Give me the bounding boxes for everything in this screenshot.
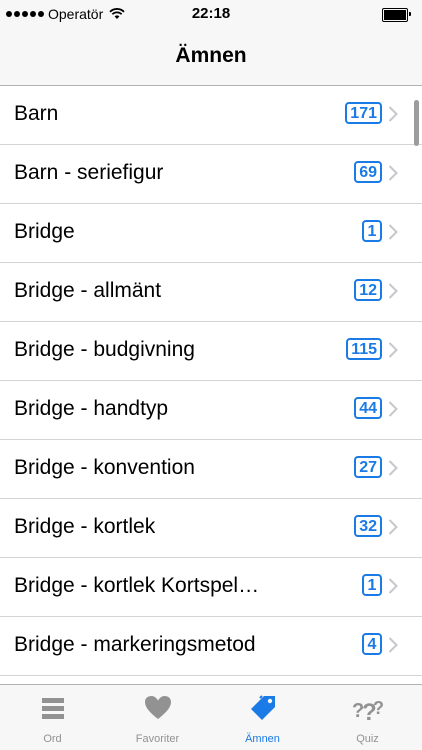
scroll-indicator[interactable] — [414, 100, 419, 146]
tab-label: Ord — [43, 733, 62, 745]
count-badge: 32 — [354, 515, 382, 537]
status-time: 22:18 — [191, 5, 231, 22]
list-item-label: Barn - seriefigur — [14, 161, 164, 184]
list-item-label: Bridge - handtyp — [14, 397, 169, 420]
tab-label: Quiz — [356, 733, 379, 745]
chevron-right-icon — [388, 165, 398, 181]
tab-quiz[interactable]: ? ? ? Quiz — [315, 685, 420, 750]
count-badge: 1 — [362, 220, 382, 242]
topic-list[interactable]: Barn 171 Barn - seriefigur 69 Bridge 1 B… — [0, 86, 422, 684]
chevron-right-icon — [388, 224, 398, 240]
list-item[interactable]: Bridge - handtyp 44 — [0, 381, 422, 440]
heart-icon — [144, 696, 171, 719]
list-item[interactable]: Bridge 1 — [0, 204, 422, 263]
list-item-label: Bridge - konvention — [14, 456, 195, 479]
count-badge: 171 — [345, 102, 382, 124]
list-item[interactable]: Barn 171 — [0, 86, 422, 145]
tab-label: Favoriter — [135, 733, 180, 745]
tag-icon — [250, 695, 275, 720]
tab-bar: Ord Favoriter Ämnen ? ? ? Quiz — [0, 684, 422, 750]
count-badge: 115 — [346, 338, 382, 360]
chevron-right-icon — [388, 519, 398, 535]
list-item-label: Bridge — [14, 220, 75, 243]
list-item-label: Bridge - allmänt — [14, 279, 162, 302]
list-item[interactable] — [0, 676, 422, 684]
list-item-label: Bridge - budgivning — [14, 338, 195, 361]
question-icon: ? ? ? — [352, 698, 384, 723]
count-badge: 44 — [354, 397, 382, 419]
app-screen: Operatör 22:18 Ämnen Barn 171 Barn - ser… — [0, 0, 422, 750]
list-item[interactable]: Bridge - konvention 27 — [0, 440, 422, 499]
list-item[interactable]: Bridge - kortlek 32 — [0, 499, 422, 558]
chevron-right-icon — [388, 637, 398, 653]
chevron-right-icon — [388, 401, 398, 417]
list-item-label: Bridge - kortlek — [14, 515, 156, 538]
chevron-right-icon — [388, 460, 398, 476]
list-item[interactable]: Bridge - markeringsmetod 4 — [0, 617, 422, 676]
count-badge: 12 — [354, 279, 382, 301]
list-item[interactable]: Barn - seriefigur 69 — [0, 145, 422, 204]
chevron-right-icon — [388, 342, 398, 358]
list-item-label: Bridge - kortlek Kortspel… — [14, 574, 260, 597]
count-badge: 69 — [354, 161, 382, 183]
list-icon — [41, 698, 64, 719]
battery-icon — [382, 8, 411, 22]
list-item-label: Barn — [14, 102, 59, 125]
svg-text:?: ? — [373, 698, 384, 718]
list-item[interactable]: Bridge - budgivning 115 — [0, 322, 422, 381]
tab-ord[interactable]: Ord — [0, 685, 105, 750]
list-item-label: Bridge - markeringsmetod — [14, 633, 256, 656]
status-bar: Operatör 22:18 — [0, 0, 422, 28]
count-badge: 4 — [362, 633, 382, 655]
tab-amnen[interactable]: Ämnen — [210, 685, 315, 750]
tab-label: Ämnen — [245, 733, 280, 745]
chevron-right-icon — [388, 106, 398, 122]
list-item[interactable]: Bridge - allmänt 12 — [0, 263, 422, 322]
tab-favoriter[interactable]: Favoriter — [105, 685, 210, 750]
count-badge: 1 — [362, 574, 382, 596]
chevron-right-icon — [388, 578, 398, 594]
page-title: Ämnen — [175, 44, 247, 67]
navigation-bar: Ämnen — [0, 28, 422, 86]
chevron-right-icon — [388, 283, 398, 299]
count-badge: 27 — [354, 456, 382, 478]
list-item[interactable]: Bridge - kortlek Kortspel… 1 — [0, 558, 422, 617]
